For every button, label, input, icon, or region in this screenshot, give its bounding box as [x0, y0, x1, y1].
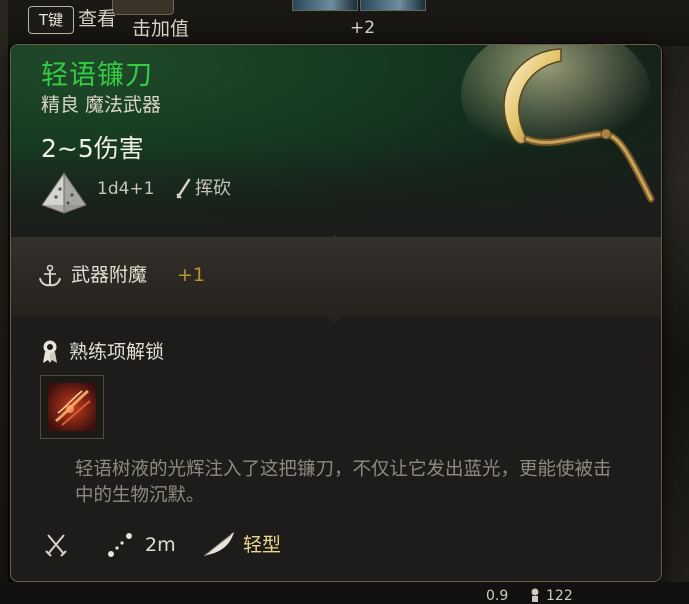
enchant-label: 武器附魔 [71, 264, 148, 286]
item-tooltip: 轻语镰刀 精良 魔法武器 2~5伤害 1d4+1 挥砍 武器附魔 +1 熟练项解… [10, 44, 662, 582]
range-dots-icon [108, 533, 132, 557]
weight-class: 轻型 [243, 534, 282, 556]
bottom-left-value: 0.9 [486, 588, 509, 604]
slash-icon [176, 178, 191, 199]
crossed-swords-icon [45, 534, 67, 557]
proficiency-label: 熟练项解锁 [69, 341, 165, 363]
plus-count: +2 [350, 18, 376, 38]
d4-dice-icon [41, 171, 87, 214]
sickle-icon [461, 45, 655, 203]
weight-pin-icon [531, 588, 539, 602]
left-hud-edge [0, 0, 8, 604]
hit-bonus-label: 击加值 [132, 18, 190, 40]
hud-item-slot[interactable] [360, 0, 426, 11]
item-name: 轻语镰刀 [41, 60, 153, 91]
crimson-slash-icon[interactable] [48, 383, 96, 431]
view-hint-label: 查看 [78, 8, 117, 30]
anchor-icon [39, 264, 61, 287]
enchant-value: +1 [177, 264, 206, 286]
background-scenery [660, 0, 689, 604]
attack-type: 挥砍 [195, 178, 231, 199]
damage-range: 2~5伤害 [41, 134, 144, 163]
hud-item-slot[interactable] [292, 0, 358, 11]
hud-slot-frame [112, 0, 174, 15]
divider-notch [325, 235, 345, 243]
bottom-right-value: 122 [546, 588, 573, 604]
weapon-range: 2m [145, 534, 176, 556]
feather-icon [203, 532, 234, 557]
bottom-hud-strip [0, 582, 689, 604]
item-description: 轻语树液的光辉注入了这把镰刀，不仅让它发出蓝光，更能使被击中的生物沉默。 [75, 459, 612, 506]
divider-notch [325, 315, 345, 323]
item-rarity-type: 精良 魔法武器 [41, 94, 162, 116]
damage-dice: 1d4+1 [97, 179, 155, 199]
medal-icon [43, 340, 57, 363]
t-key-badge: T键 [28, 6, 74, 34]
